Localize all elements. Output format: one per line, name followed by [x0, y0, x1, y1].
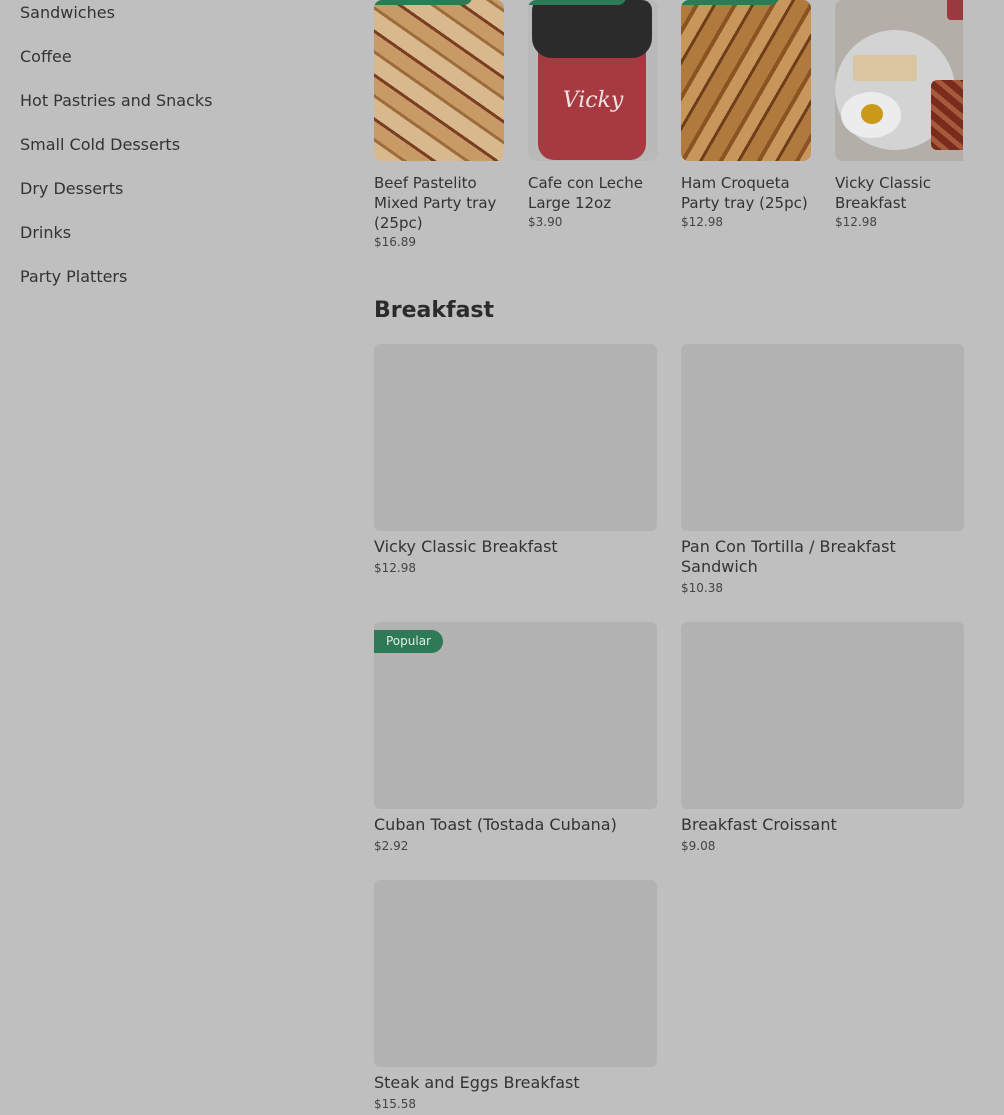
- sidebar-item-hot-pastries[interactable]: Hot Pastries and Snacks: [20, 88, 340, 132]
- item-price: $9.08: [681, 839, 716, 853]
- menu-item-card[interactable]: Vicky Classic Breakfast $12.98: [374, 344, 657, 577]
- item-image-placeholder: [681, 344, 964, 531]
- item-price: $16.89: [374, 235, 416, 249]
- sidebar-item-small-cold-desserts[interactable]: Small Cold Desserts: [20, 132, 340, 176]
- item-title: Beef Pastelito Mixed Party tray (25pc): [374, 174, 497, 232]
- item-title: Breakfast Croissant: [681, 815, 837, 834]
- item-title: Vicky Classic Breakfast: [374, 537, 558, 556]
- category-sidebar: Sandwiches Coffee Hot Pastries and Snack…: [20, 0, 340, 308]
- pastries-tray-photo: [374, 0, 504, 161]
- bacon: [931, 80, 963, 150]
- item-price: $10.38: [681, 581, 723, 595]
- sidebar-item-coffee[interactable]: Coffee: [20, 44, 340, 88]
- item-price: $12.98: [835, 215, 877, 229]
- item-title: Ham Croqueta Party tray (25pc): [681, 174, 808, 212]
- item-price: $3.90: [528, 215, 563, 229]
- item-title: Cafe con Leche Large 12oz: [528, 174, 643, 212]
- sidebar-item-drinks[interactable]: Drinks: [20, 220, 340, 264]
- section-title-breakfast: Breakfast: [374, 298, 495, 323]
- popular-badge: Popular: [374, 630, 443, 653]
- featured-item-card[interactable]: Beef Pastelito Mixed Party tray (25pc) $…: [374, 0, 506, 249]
- breakfast-plate-photo: [835, 0, 963, 161]
- popular-badge-top: [528, 0, 626, 5]
- item-price: $12.98: [374, 561, 416, 575]
- menu-item-card[interactable]: Steak and Eggs Breakfast $15.58: [374, 880, 657, 1113]
- item-title: Pan Con Tortilla / Breakfast Sandwich: [681, 537, 896, 576]
- featured-item-card[interactable]: Vicky Classic Breakfast $12.98: [835, 0, 963, 229]
- popular-badge-top: [374, 0, 472, 5]
- coffee-cup-photo: Vicky: [528, 0, 658, 161]
- featured-items-row: Beef Pastelito Mixed Party tray (25pc) $…: [374, 0, 964, 260]
- item-image-placeholder: [374, 344, 657, 531]
- item-title: Vicky Classic Breakfast: [835, 174, 932, 212]
- item-image-placeholder: [374, 880, 657, 1067]
- featured-item-card[interactable]: Vicky Cafe con Leche Large 12oz $3.90: [528, 0, 660, 229]
- popular-badge-top: [681, 0, 779, 5]
- bread: [853, 55, 917, 81]
- menu-item-card[interactable]: Popular Cuban Toast (Tostada Cubana) $2.…: [374, 622, 657, 855]
- item-image-placeholder: Popular: [374, 622, 657, 809]
- egg-yolk: [861, 104, 883, 124]
- sidebar-item-dry-desserts[interactable]: Dry Desserts: [20, 176, 340, 220]
- item-price: $12.98: [681, 215, 723, 229]
- item-title: Cuban Toast (Tostada Cubana): [374, 815, 617, 834]
- cup-lid: [532, 0, 652, 58]
- vicky-logo: Vicky: [562, 88, 624, 113]
- sidebar-item-sandwiches[interactable]: Sandwiches: [20, 0, 340, 44]
- sidebar-item-party-platters[interactable]: Party Platters: [20, 264, 340, 308]
- item-price: $15.58: [374, 1097, 416, 1111]
- cup-edge: [947, 0, 963, 20]
- menu-item-card[interactable]: Pan Con Tortilla / Breakfast Sandwich $1…: [681, 344, 964, 597]
- menu-item-card[interactable]: Breakfast Croissant $9.08: [681, 622, 964, 855]
- featured-item-card[interactable]: Ham Croqueta Party tray (25pc) $12.98: [681, 0, 813, 229]
- item-image-placeholder: [681, 622, 964, 809]
- item-title: Steak and Eggs Breakfast: [374, 1073, 580, 1092]
- item-price: $2.92: [374, 839, 409, 853]
- croquetas-tray-photo: [681, 0, 811, 161]
